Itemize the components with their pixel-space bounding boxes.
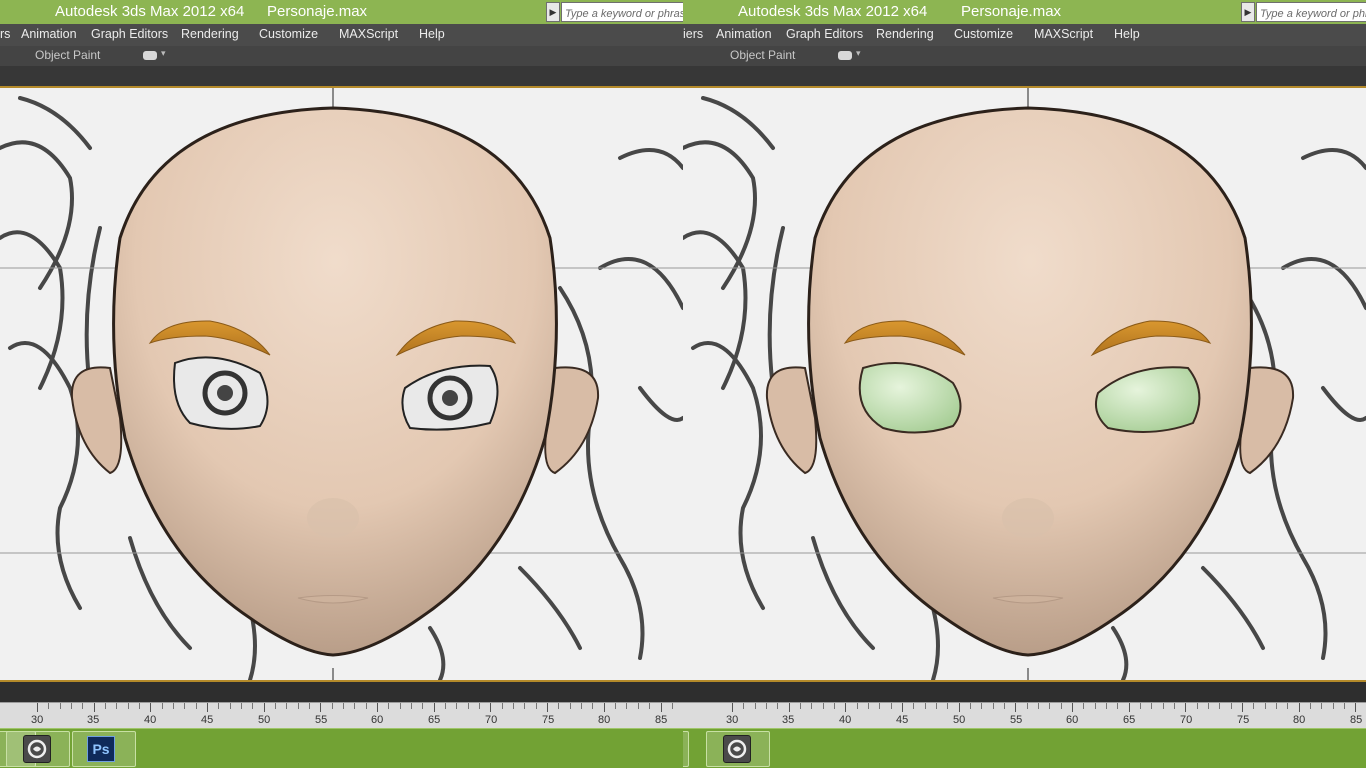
tick-label: 45 bbox=[201, 714, 214, 726]
timeline-ruler[interactable]: 30 35 40 45 50 55 60 65 70 75 80 85 bbox=[683, 702, 1366, 729]
taskbar-item-photoshop[interactable]: Ps bbox=[72, 731, 136, 767]
tick-label: 45 bbox=[896, 714, 909, 726]
nose bbox=[307, 498, 359, 538]
tick-label: 35 bbox=[782, 714, 795, 726]
menu-customize[interactable]: Customize bbox=[259, 27, 318, 41]
menu-maxscript[interactable]: MAXScript bbox=[339, 27, 398, 41]
tick-label: 70 bbox=[1180, 714, 1193, 726]
title-bar: Autodesk 3ds Max 2012 x64 Personaje.max … bbox=[0, 0, 683, 24]
chevron-down-icon[interactable]: ▾ bbox=[161, 48, 166, 59]
chevron-down-icon[interactable]: ▾ bbox=[856, 48, 861, 59]
tick-label: 50 bbox=[953, 714, 966, 726]
menu-rendering[interactable]: Rendering bbox=[876, 27, 934, 41]
menu-modifiers[interactable]: iers bbox=[683, 27, 703, 41]
tick-label: 75 bbox=[542, 714, 555, 726]
tick-label: 80 bbox=[598, 714, 611, 726]
viewport-left[interactable] bbox=[0, 88, 683, 680]
photoshop-icon: Ps bbox=[87, 736, 115, 762]
object-paint-label[interactable]: Object Paint bbox=[35, 48, 100, 62]
ribbon-panel bbox=[683, 66, 1366, 88]
menu-bar: iers Animation Graph Editors Rendering C… bbox=[683, 24, 1366, 46]
head-render-right bbox=[683, 88, 1366, 680]
viewport-right[interactable] bbox=[683, 88, 1366, 680]
right-window: Autodesk 3ds Max 2012 x64 Personaje.max … bbox=[683, 0, 1366, 768]
tick-label: 65 bbox=[428, 714, 441, 726]
ribbon-panel bbox=[0, 66, 683, 88]
tick-label: 40 bbox=[144, 714, 157, 726]
taskbar bbox=[683, 728, 1366, 768]
tick-label: 85 bbox=[1350, 714, 1363, 726]
tick-label: 80 bbox=[1293, 714, 1306, 726]
tick-label: 70 bbox=[485, 714, 498, 726]
tick-label: 35 bbox=[87, 714, 100, 726]
left-window: Autodesk 3ds Max 2012 x64 Personaje.max … bbox=[0, 0, 683, 768]
taskbar-item-3dsmax[interactable] bbox=[706, 731, 770, 767]
menu-help[interactable]: Help bbox=[419, 27, 445, 41]
track-bar[interactable] bbox=[683, 682, 1366, 702]
tick-label: 60 bbox=[371, 714, 384, 726]
ribbon-bar: Object Paint ▾ bbox=[0, 46, 683, 66]
taskbar-item-partial[interactable] bbox=[683, 731, 689, 767]
tick-label: 85 bbox=[655, 714, 668, 726]
title-bar: Autodesk 3ds Max 2012 x64 Personaje.max … bbox=[683, 0, 1366, 24]
menu-rendering[interactable]: Rendering bbox=[181, 27, 239, 41]
tick-label: 60 bbox=[1066, 714, 1079, 726]
track-bar[interactable] bbox=[0, 682, 683, 702]
file-title: Personaje.max bbox=[961, 3, 1062, 20]
object-paint-dropdown-icon[interactable] bbox=[838, 51, 852, 60]
menu-graph-editors[interactable]: Graph Editors bbox=[91, 27, 168, 41]
menu-help[interactable]: Help bbox=[1114, 27, 1140, 41]
search-input[interactable] bbox=[1256, 2, 1366, 22]
search-input[interactable] bbox=[561, 2, 683, 22]
menu-customize[interactable]: Customize bbox=[954, 27, 1013, 41]
timeline-ruler[interactable]: 30 35 40 45 50 55 60 65 70 75 80 85 bbox=[0, 702, 683, 729]
tick-label: 55 bbox=[315, 714, 328, 726]
file-title: Personaje.max bbox=[267, 3, 368, 20]
app-title: Autodesk 3ds Max 2012 x64 bbox=[55, 3, 245, 20]
menu-animation[interactable]: Animation bbox=[716, 27, 772, 41]
menu-maxscript[interactable]: MAXScript bbox=[1034, 27, 1093, 41]
3dsmax-icon bbox=[723, 735, 751, 763]
taskbar-item-3dsmax[interactable] bbox=[6, 731, 70, 767]
menu-modifiers[interactable]: rs bbox=[0, 27, 10, 41]
tick-label: 30 bbox=[31, 714, 44, 726]
object-paint-label[interactable]: Object Paint bbox=[730, 48, 795, 62]
menu-graph-editors[interactable]: Graph Editors bbox=[786, 27, 863, 41]
tick-label: 50 bbox=[258, 714, 271, 726]
tick-label: 55 bbox=[1010, 714, 1023, 726]
search-expand-icon[interactable]: ▶ bbox=[546, 2, 560, 22]
menu-animation[interactable]: Animation bbox=[21, 27, 77, 41]
object-paint-dropdown-icon[interactable] bbox=[143, 51, 157, 60]
tick-label: 40 bbox=[839, 714, 852, 726]
tick-label: 65 bbox=[1123, 714, 1136, 726]
search-expand-icon[interactable]: ▶ bbox=[1241, 2, 1255, 22]
tick-label: 30 bbox=[726, 714, 739, 726]
head-render-left bbox=[0, 88, 683, 680]
nose bbox=[1002, 498, 1054, 538]
tick-label: 75 bbox=[1237, 714, 1250, 726]
app-title: Autodesk 3ds Max 2012 x64 bbox=[738, 3, 928, 20]
3dsmax-icon bbox=[23, 735, 51, 763]
menu-bar: rs Animation Graph Editors Rendering Cus… bbox=[0, 24, 683, 46]
taskbar: Ps bbox=[0, 728, 683, 768]
ribbon-bar: Object Paint ▾ bbox=[683, 46, 1366, 66]
